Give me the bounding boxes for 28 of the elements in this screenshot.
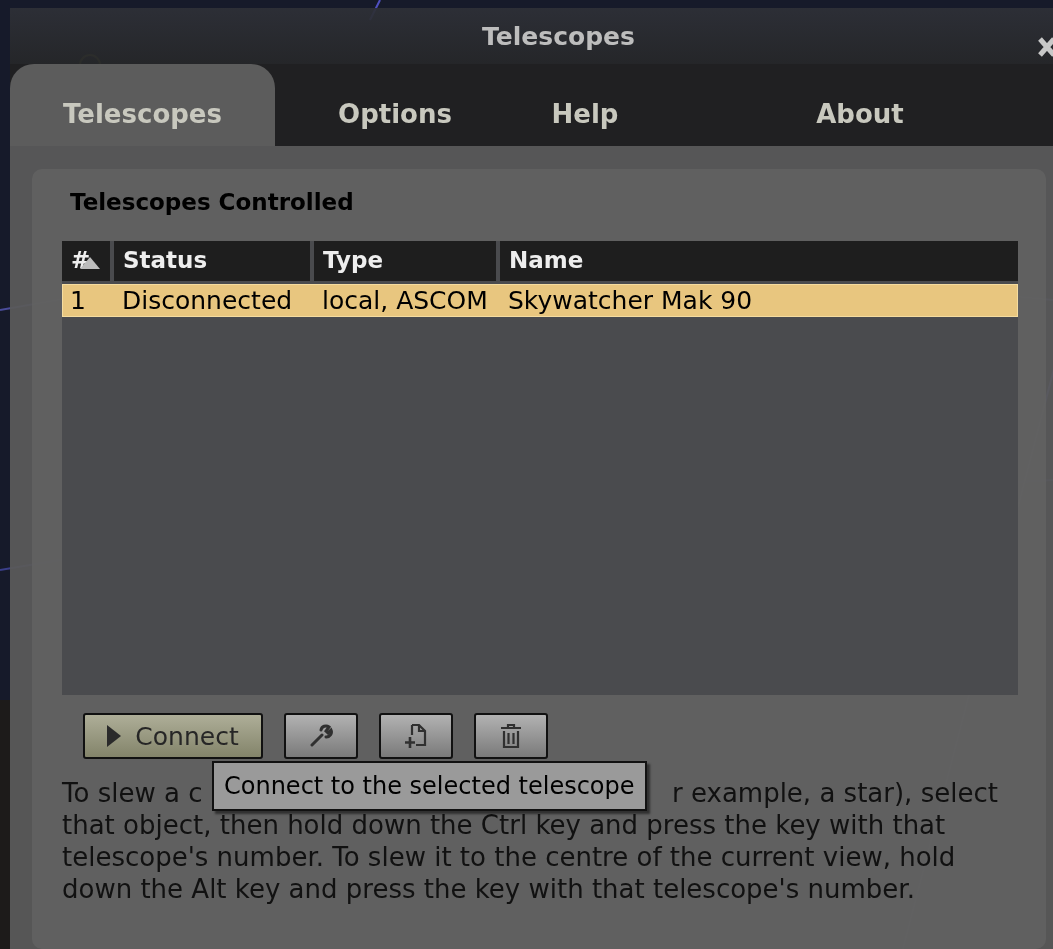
play-icon	[107, 725, 122, 747]
group-title: Telescopes Controlled	[69, 188, 355, 217]
file-plus-icon	[404, 723, 428, 749]
table-cell-text: Skywatcher Mak 90	[507, 286, 753, 315]
help-text: r example, a star), select	[672, 777, 998, 809]
table-cell-text: 1	[69, 286, 87, 315]
tab[interactable]: Options	[275, 64, 515, 146]
table-row[interactable]: 1 Disconnected local, ASCOM Skywatcher Mak 90	[62, 284, 1018, 317]
add-button[interactable]	[379, 713, 453, 759]
tab[interactable]: Help	[515, 64, 655, 146]
delete-button[interactable]	[474, 713, 548, 759]
help-text: that object, then hold down the Ctrl key and press the key with that telescope's number. To slew it to the centre of the current view, hold down the Alt key and press the key with that telescope's number.	[62, 809, 957, 905]
close-icon[interactable]	[1037, 36, 1053, 58]
window-title: Telescopes	[482, 21, 635, 51]
table-cell-text: Disconnected	[121, 286, 294, 315]
wrench-icon	[309, 723, 333, 749]
trash-icon	[499, 723, 523, 749]
connect-button[interactable]: Connect	[83, 713, 263, 759]
help-text: To slew a c	[62, 777, 204, 809]
column-header[interactable]: Status	[114, 241, 310, 281]
configure-button[interactable]	[284, 713, 358, 759]
tab[interactable]: About	[725, 64, 995, 146]
tooltip: Connect to the selected telescope	[212, 761, 647, 811]
column-header[interactable]: Name	[500, 241, 1018, 281]
table-cell-text: local, ASCOM	[321, 286, 489, 315]
column-header[interactable]: Type	[314, 241, 496, 281]
column-header[interactable]: #	[62, 241, 110, 281]
tab[interactable]: Telescopes	[10, 64, 275, 146]
